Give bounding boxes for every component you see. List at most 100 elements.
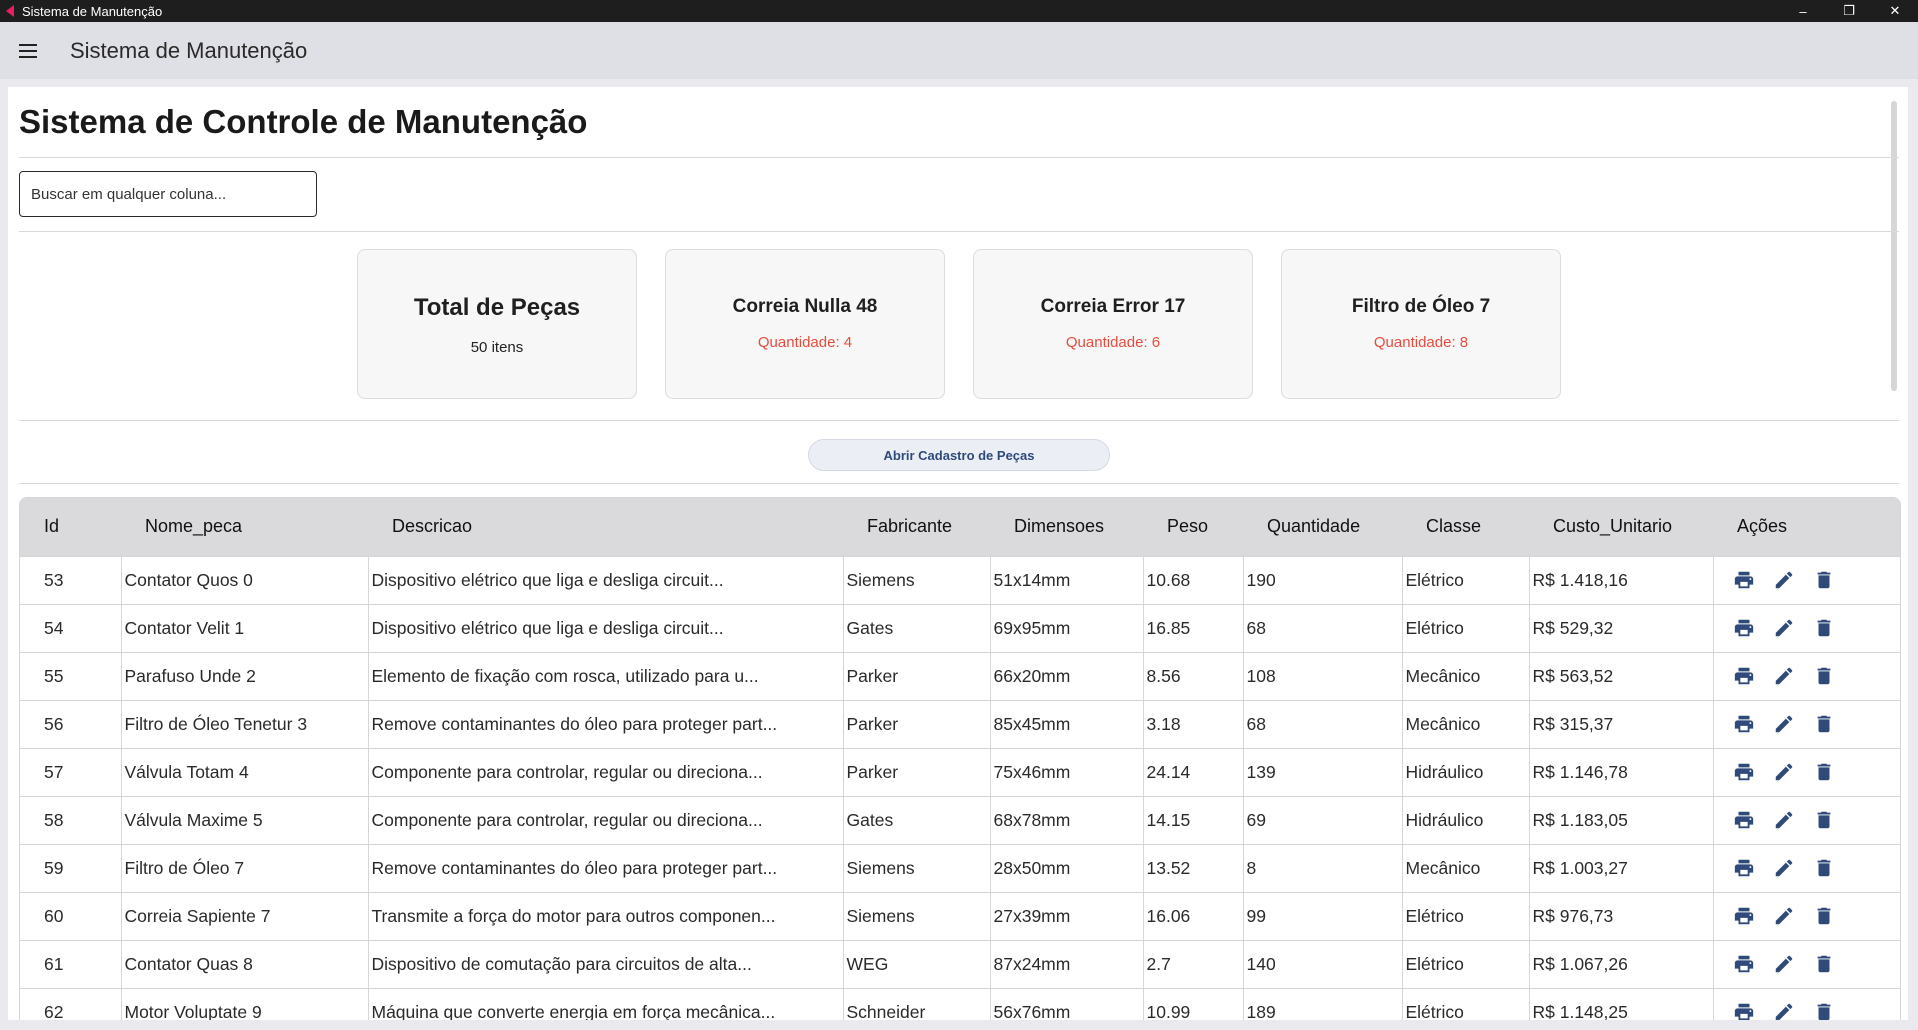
column-header-custo[interactable]: Custo_Unitario [1529,498,1713,556]
minimize-button[interactable]: – [1780,0,1826,22]
cell-descricao: Componente para controlar, regular ou di… [367,795,843,844]
cell-dimensoes: 28x50mm [989,843,1143,892]
cell-classe: Elétrico [1401,891,1529,940]
column-header-peso[interactable]: Peso [1143,498,1243,556]
table-header-row: Id Nome_peca Descricao Fabricante Dimens… [20,498,1900,556]
page-title: Sistema de Controle de Manutenção [19,103,588,140]
delete-icon [1817,907,1830,925]
cell-fabricante: Gates [842,795,990,844]
cell-custo: R$ 1.003,27 [1528,843,1713,892]
search-input[interactable] [19,171,317,217]
delete-button[interactable] [1813,857,1835,879]
table-row[interactable]: 59 Filtro de Óleo 7 Remove contaminantes d… [20,843,1900,892]
cell-peso: 2.7 [1142,939,1243,988]
print-button[interactable] [1733,953,1755,975]
table-row[interactable]: 58 Válvula Maxime 5 Componente para contro… [20,795,1900,844]
window-controls: – ❐ ✕ [1780,0,1918,22]
cell-nome: Motor Voluptate 9 [120,987,368,1020]
edit-button[interactable] [1773,713,1795,735]
cell-actions [1712,987,1900,1020]
delete-button[interactable] [1813,761,1835,783]
cell-dimensoes: 27x39mm [989,891,1143,940]
cell-quantidade: 69 [1242,795,1402,844]
edit-button[interactable] [1773,1001,1795,1020]
delete-icon [1817,715,1830,733]
table-row[interactable]: 57 Válvula Totam 4 Componente para control… [20,747,1900,796]
table-row[interactable]: 62 Motor Voluptate 9 Máquina que converte … [20,987,1900,1020]
column-header-acoes: Ações [1713,498,1900,556]
table-row[interactable]: 53 Contator Quos 0 Dispositivo elétrico qu… [20,555,1900,604]
print-button[interactable] [1733,905,1755,927]
cell-peso: 16.06 [1142,891,1243,940]
print-button[interactable] [1733,857,1755,879]
hamburger-menu-button[interactable] [14,37,42,65]
edit-button[interactable] [1773,665,1795,687]
print-button[interactable] [1733,665,1755,687]
column-header-fabricante[interactable]: Fabricante [843,498,990,556]
print-icon [1734,667,1753,685]
table-row[interactable]: 54 Contator Velit 1 Dispositivo elétrico q… [20,603,1900,652]
edit-button[interactable] [1773,617,1795,639]
close-button[interactable]: ✕ [1872,0,1918,22]
print-button[interactable] [1733,809,1755,831]
cell-peso: 10.99 [1142,987,1243,1020]
cell-custo: R$ 563,52 [1528,651,1713,700]
edit-icon [1775,667,1792,685]
row-actions [1717,665,1901,687]
print-button[interactable] [1733,1001,1755,1020]
edit-button[interactable] [1773,953,1795,975]
column-header-descricao[interactable]: Descricao [368,498,843,556]
print-button[interactable] [1733,713,1755,735]
print-icon [1734,715,1753,733]
print-button[interactable] [1733,761,1755,783]
low-stock-title: Correia Nulla 48 [732,296,878,317]
print-icon [1734,907,1753,925]
edit-button[interactable] [1773,905,1795,927]
cell-nome: Filtro de Óleo 7 [120,843,368,892]
table-row[interactable]: 61 Contator Quas 8 Dispositivo de comutaçã… [20,939,1900,988]
delete-button[interactable] [1813,905,1835,927]
cell-classe: Elétrico [1401,555,1529,604]
print-button[interactable] [1733,617,1755,639]
restore-button[interactable]: ❐ [1826,0,1872,22]
cell-peso: 14.15 [1142,795,1243,844]
column-header-dimensoes[interactable]: Dimensoes [990,498,1143,556]
cell-custo: R$ 529,32 [1528,603,1713,652]
delete-button[interactable] [1813,809,1835,831]
delete-button[interactable] [1813,953,1835,975]
cell-nome: Válvula Totam 4 [120,747,368,796]
delete-button[interactable] [1813,1001,1835,1020]
cell-fabricante: Siemens [842,843,990,892]
print-icon [1734,619,1753,637]
cell-descricao: Dispositivo de comutação para circuitos … [367,939,843,988]
cell-classe: Mecânico [1401,651,1529,700]
column-header-quantidade[interactable]: Quantidade [1243,498,1402,556]
table-row[interactable]: 55 Parafuso Unde 2 Elemento de fixação com… [20,651,1901,700]
print-icon [1734,955,1753,973]
edit-button[interactable] [1773,569,1795,591]
column-header-nome[interactable]: Nome_peca [121,498,368,556]
column-header-id[interactable]: Id [20,498,121,556]
print-button[interactable] [1733,569,1755,591]
cell-id: 54 [20,603,121,652]
cell-classe: Elétrico [1401,987,1529,1020]
delete-icon [1817,571,1830,589]
cell-classe: Elétrico [1401,603,1529,652]
delete-button[interactable] [1813,617,1835,639]
table-row[interactable]: 60 Correia Sapiente 7 Transmite a força do… [20,891,1900,940]
edit-button[interactable] [1773,809,1795,831]
low-stock-title: Correia Error 17 [1040,296,1186,317]
cell-classe: Mecânico [1401,843,1529,892]
edit-button[interactable] [1773,761,1795,783]
cell-fabricante: Schneider [842,987,990,1020]
cell-custo: R$ 315,37 [1528,699,1713,748]
low-stock-quantity: Quantidade: 6 [1065,334,1161,351]
vertical-scrollbar[interactable] [1891,101,1897,391]
delete-button[interactable] [1813,713,1835,735]
open-parts-registry-button[interactable]: Abrir Cadastro de Peças [808,439,1110,471]
edit-button[interactable] [1773,857,1795,879]
table-row[interactable]: 56 Filtro de Óleo Tenetur 3 Remove contami… [20,699,1900,748]
delete-button[interactable] [1813,569,1835,591]
delete-button[interactable] [1813,665,1835,687]
column-header-classe[interactable]: Classe [1402,498,1529,556]
